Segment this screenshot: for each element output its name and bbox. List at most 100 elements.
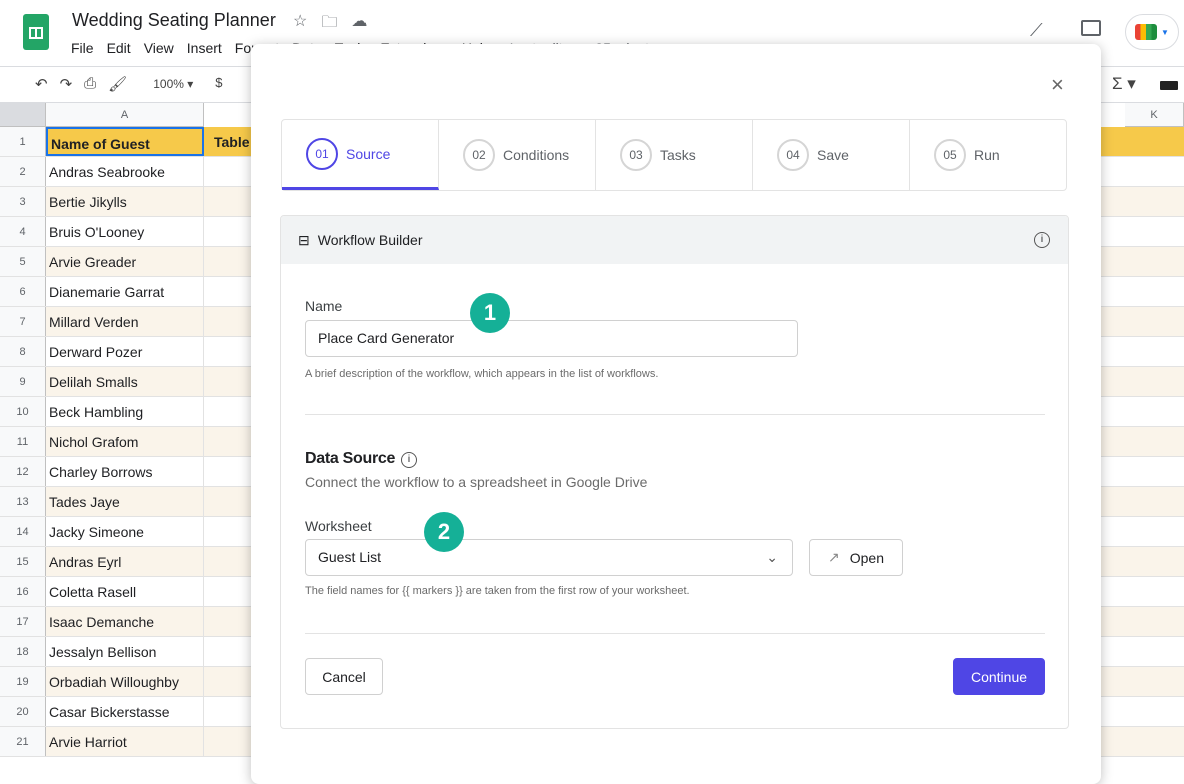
menu-edit[interactable]: Edit — [107, 40, 131, 56]
menu-insert[interactable]: Insert — [187, 40, 222, 56]
callout-badge-1: 1 — [470, 293, 510, 333]
guest-name-cell[interactable]: Millard Verden — [46, 307, 204, 336]
row-number[interactable]: 15 — [0, 547, 46, 576]
worksheet-label: Worksheet — [305, 518, 372, 534]
row-number[interactable]: 8 — [0, 337, 46, 366]
row-number[interactable]: 13 — [0, 487, 46, 516]
guest-name-cell[interactable]: Coletta Rasell — [46, 577, 204, 606]
card-header: ⊟ Workflow Builder i — [281, 216, 1068, 264]
step-label: Save — [817, 147, 849, 163]
step-label: Source — [346, 145, 391, 162]
guest-name-cell[interactable]: Bruis O'Looney — [46, 217, 204, 246]
guest-name-cell[interactable]: Delilah Smalls — [46, 367, 204, 396]
row-number[interactable]: 9 — [0, 367, 46, 396]
step-tasks[interactable]: 03 Tasks — [596, 120, 753, 190]
guest-name-cell[interactable]: Beck Hambling — [46, 397, 204, 426]
external-link-icon: ↗ — [828, 549, 840, 565]
guest-name-cell[interactable]: Charley Borrows — [46, 457, 204, 486]
stepper: 01 Source 02 Conditions 03 Tasks 04 Save 05 Run — [281, 119, 1067, 191]
row-number[interactable]: 6 — [0, 277, 46, 306]
row-number[interactable]: 14 — [0, 517, 46, 546]
step-number: 04 — [777, 139, 809, 171]
guest-name-cell[interactable]: Jessalyn Bellison — [46, 637, 204, 666]
cell-a1[interactable]: Name of Guest — [46, 127, 204, 156]
redo-icon[interactable]: ↷ — [60, 75, 73, 93]
name-help: A brief description of the workflow, whi… — [305, 368, 659, 380]
step-label: Run — [974, 147, 1000, 163]
close-icon[interactable]: × — [1051, 72, 1064, 98]
row-number[interactable]: 19 — [0, 667, 46, 696]
section-title: Data Source — [305, 450, 396, 467]
row-number[interactable]: 11 — [0, 427, 46, 456]
open-button[interactable]: ↗ Open — [809, 539, 903, 576]
step-save[interactable]: 04 Save — [753, 120, 910, 190]
workflow-dialog: × 01 Source 02 Conditions 03 Tasks 04 Save 05 Run… — [251, 44, 1101, 784]
doc-title[interactable]: Wedding Seating Planner — [72, 10, 276, 31]
row-number[interactable]: 17 — [0, 607, 46, 636]
sheets-logo[interactable] — [23, 14, 49, 50]
column-header-k[interactable]: K — [1125, 103, 1184, 127]
step-number: 02 — [463, 139, 495, 171]
cloud-status-icon: ☁ — [351, 13, 368, 30]
row-number[interactable]: 20 — [0, 697, 46, 726]
guest-name-cell[interactable]: Casar Bickerstasse — [46, 697, 204, 726]
row-number[interactable]: 2 — [0, 157, 46, 186]
select-all[interactable] — [0, 103, 46, 127]
continue-button[interactable]: Continue — [953, 658, 1045, 695]
info-icon[interactable]: i — [1034, 232, 1050, 248]
name-label: Name — [305, 298, 343, 314]
undo-icon[interactable]: ↶ — [35, 75, 48, 93]
worksheet-select[interactable]: Guest List ⌄ — [305, 539, 793, 576]
guest-name-cell[interactable]: Bertie Jikylls — [46, 187, 204, 216]
guest-name-cell[interactable]: Andras Eyrl — [46, 547, 204, 576]
currency-button[interactable]: $ — [215, 75, 222, 93]
guest-name-cell[interactable]: Jacky Simeone — [46, 517, 204, 546]
guest-name-cell[interactable]: Derward Pozer — [46, 337, 204, 366]
guest-name-cell[interactable]: Orbadiah Willoughby — [46, 667, 204, 696]
data-source-info-icon[interactable]: i — [401, 452, 417, 468]
star-icon[interactable]: ☆ — [293, 11, 307, 38]
row-number[interactable]: 12 — [0, 457, 46, 486]
chevron-down-icon: ⌄ — [766, 549, 778, 565]
row-number[interactable]: 7 — [0, 307, 46, 336]
row-number[interactable]: 21 — [0, 727, 46, 756]
zoom-select[interactable]: 100% ▾ — [153, 75, 193, 93]
guest-name-cell[interactable]: Arvie Harriot — [46, 727, 204, 756]
guest-name-cell[interactable]: Andras Seabrooke — [46, 157, 204, 186]
row-number[interactable]: 16 — [0, 577, 46, 606]
functions-icon[interactable]: Σ ▾ — [1112, 74, 1136, 94]
menu-view[interactable]: View — [144, 40, 174, 56]
print-icon[interactable]: ⎙ — [84, 75, 96, 93]
card-title: Workflow Builder — [317, 232, 423, 248]
guest-name-cell[interactable]: Nichol Grafom — [46, 427, 204, 456]
keyboard-icon[interactable] — [1160, 81, 1178, 90]
menu-file[interactable]: File — [71, 40, 94, 56]
row-number[interactable]: 5 — [0, 247, 46, 276]
guest-name-cell[interactable]: Tades Jaye — [46, 487, 204, 516]
step-number: 01 — [306, 137, 338, 170]
step-label: Conditions — [503, 147, 570, 163]
guest-name-cell[interactable]: Isaac Demanche — [46, 607, 204, 636]
step-number: 03 — [620, 139, 652, 171]
guest-name-cell[interactable]: Arvie Greader — [46, 247, 204, 276]
step-source[interactable]: 01 Source — [282, 120, 439, 190]
meet-button[interactable]: ▼ — [1125, 14, 1179, 50]
callout-badge-2: 2 — [424, 512, 464, 552]
row-number[interactable]: 4 — [0, 217, 46, 246]
workflow-icon: ⊟ — [298, 231, 310, 248]
column-header-a[interactable]: A — [46, 103, 204, 127]
cancel-button[interactable]: Cancel — [305, 658, 383, 695]
meet-icon — [1135, 24, 1158, 40]
comments-icon[interactable] — [1081, 20, 1101, 36]
workflow-card: ⊟ Workflow Builder i Name Place Card Gen… — [280, 215, 1069, 729]
trending-icon[interactable]: ⟋ — [1030, 20, 1043, 41]
guest-name-cell[interactable]: Dianemarie Garrat — [46, 277, 204, 306]
paint-format-icon[interactable]: 🖌 — [108, 75, 127, 93]
row-number[interactable]: 3 — [0, 187, 46, 216]
step-run[interactable]: 05 Run — [910, 120, 1066, 190]
row-number[interactable]: 10 — [0, 397, 46, 426]
step-conditions[interactable]: 02 Conditions — [439, 120, 596, 190]
move-folder-icon[interactable]: 🗀 — [321, 11, 337, 38]
name-input[interactable]: Place Card Generator — [305, 320, 798, 357]
row-number[interactable]: 18 — [0, 637, 46, 666]
